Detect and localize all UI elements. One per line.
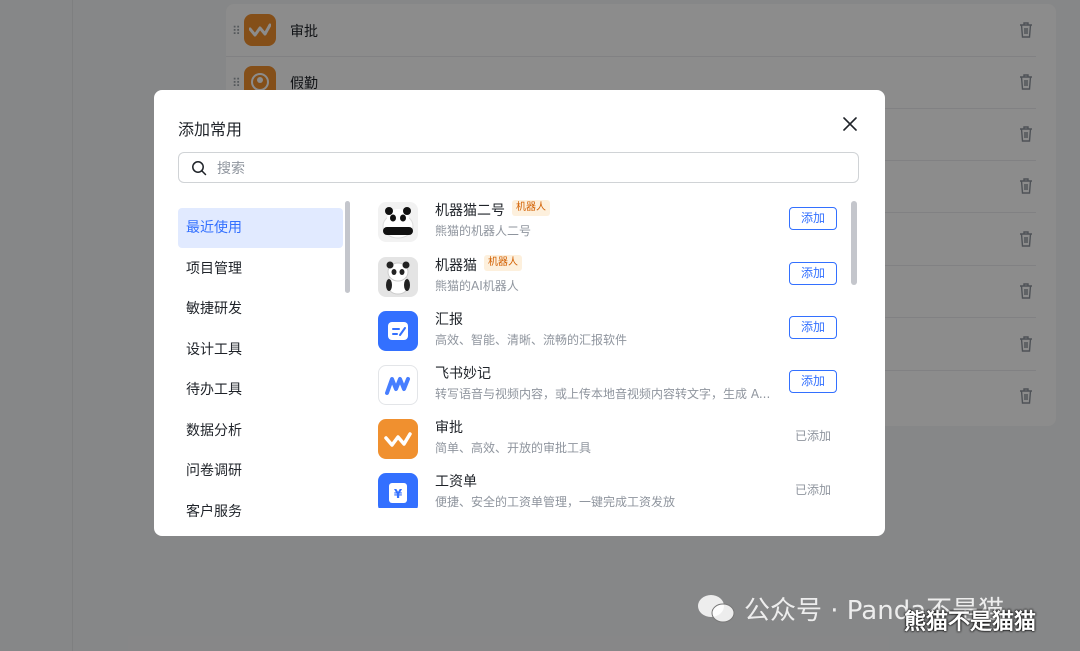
added-label: 已添加 bbox=[795, 429, 832, 443]
add-common-dialog: 添加常用 最近使用 项目管理 敏捷研发 设计工具 待办工具 数据分析 问卷调研 … bbox=[154, 90, 885, 536]
category-recent[interactable]: 最近使用 bbox=[178, 208, 343, 248]
app-name: 飞书妙记 bbox=[435, 366, 491, 382]
app-name: 审批 bbox=[435, 420, 463, 436]
minutes-icon bbox=[378, 365, 418, 405]
add-button[interactable]: 添加 bbox=[789, 262, 837, 285]
app-list-scrollbar[interactable] bbox=[851, 201, 857, 285]
svg-text:¥: ¥ bbox=[394, 487, 403, 501]
app-item: 机器猫 机器人 熊猫的AI机器人 添加 bbox=[376, 253, 842, 307]
app-description: 熊猫的AI机器人 bbox=[435, 279, 519, 293]
app-description: 转写语音与视频内容，或上传本地音视频内容转文字，生成 A... bbox=[435, 387, 771, 401]
added-label: 已添加 bbox=[795, 483, 832, 497]
app-item: ¥ 工资单 便捷、安全的工资单管理，一键完成工资发放 已添加 bbox=[376, 469, 842, 508]
watermark-text-2: 熊猫不是猫猫 bbox=[904, 610, 1037, 635]
add-button[interactable]: 添加 bbox=[789, 316, 837, 339]
add-button[interactable]: 添加 bbox=[789, 370, 837, 393]
app-description: 便捷、安全的工资单管理，一键完成工资发放 bbox=[435, 495, 676, 508]
app-item: 飞书妙记 转写语音与视频内容，或上传本地音视频内容转文字，生成 A... 添加 bbox=[376, 361, 842, 415]
report-icon bbox=[378, 311, 418, 351]
search-icon bbox=[192, 161, 207, 176]
app-item: 机器猫二号 机器人 熊猫的机器人二号 添加 bbox=[376, 198, 842, 252]
app-description: 高效、智能、清晰、流畅的汇报软件 bbox=[435, 333, 628, 347]
category-data-analysis[interactable]: 数据分析 bbox=[178, 411, 343, 451]
app-item: 汇报 高效、智能、清晰、流畅的汇报软件 添加 bbox=[376, 307, 842, 361]
payroll-icon: ¥ bbox=[378, 473, 418, 508]
app-list: 机器猫二号 机器人 熊猫的机器人二号 添加 机器猫 机器人 熊猫的AI机器人 添… bbox=[376, 198, 842, 508]
category-project-management[interactable]: 项目管理 bbox=[178, 249, 343, 289]
search-box bbox=[178, 152, 859, 183]
wechat-icon bbox=[698, 594, 735, 622]
app-name: 机器猫 bbox=[435, 258, 477, 274]
dialog-title: 添加常用 bbox=[178, 120, 243, 139]
close-icon[interactable] bbox=[840, 114, 860, 134]
app-name: 机器猫二号 bbox=[435, 203, 505, 219]
app-description: 熊猫的机器人二号 bbox=[435, 224, 532, 238]
category-survey[interactable]: 问卷调研 bbox=[178, 451, 343, 491]
app-item: 审批 简单、高效、开放的审批工具 已添加 bbox=[376, 415, 842, 469]
category-scrollbar[interactable] bbox=[345, 201, 350, 293]
category-list: 最近使用 项目管理 敏捷研发 设计工具 待办工具 数据分析 问卷调研 客户服务 bbox=[178, 208, 343, 536]
category-customer-service[interactable]: 客户服务 bbox=[178, 492, 343, 532]
category-design-tools[interactable]: 设计工具 bbox=[178, 330, 343, 370]
category-agile-dev[interactable]: 敏捷研发 bbox=[178, 289, 343, 329]
app-description: 简单、高效、开放的审批工具 bbox=[435, 441, 592, 455]
panda-robot-icon bbox=[378, 257, 418, 297]
panda-robot-icon bbox=[378, 202, 418, 242]
app-name: 汇报 bbox=[435, 312, 463, 328]
robot-tag: 机器人 bbox=[484, 255, 522, 271]
approval-icon bbox=[378, 419, 418, 459]
add-button[interactable]: 添加 bbox=[789, 207, 837, 230]
app-name: 工资单 bbox=[435, 474, 477, 490]
category-todo-tools[interactable]: 待办工具 bbox=[178, 370, 343, 410]
robot-tag: 机器人 bbox=[512, 200, 550, 216]
search-input[interactable] bbox=[215, 157, 839, 181]
